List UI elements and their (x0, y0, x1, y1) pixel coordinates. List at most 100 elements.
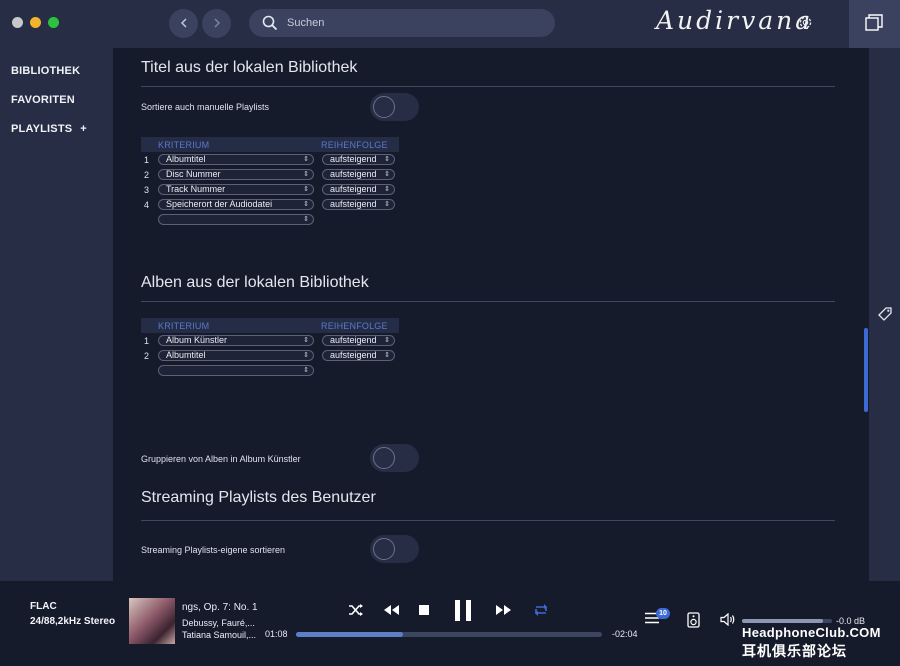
audio-format: FLAC (30, 601, 57, 612)
section-title-streaming: Streaming Playlists des Benutzer (141, 489, 376, 506)
track-composer: Debussy, Fauré,... (182, 618, 255, 628)
order-select[interactable]: aufsteigend ⇕ (322, 335, 395, 346)
row-number: 1 (144, 336, 150, 346)
queue-count-badge: 10 (656, 608, 670, 619)
criterion-select[interactable]: Albumtitel ⇕ (158, 154, 314, 165)
chevron-updown-icon: ⇕ (303, 367, 309, 374)
chevron-updown-icon: ⇕ (384, 156, 390, 163)
player-bar: FLAC 24/88,2kHz Stereo ngs, Op. 7: No. 1… (0, 581, 900, 666)
watermark: HeadphoneClub.COM 耳机俱乐部论坛 (742, 625, 892, 661)
watermark-line1: HeadphoneClub.COM (742, 625, 881, 640)
divider (141, 86, 835, 87)
row-number: 3 (144, 185, 150, 195)
chevron-updown-icon: ⇕ (303, 156, 309, 163)
album-cover[interactable] (129, 598, 175, 644)
window-mode-icon (865, 14, 883, 31)
previous-icon[interactable] (383, 604, 400, 616)
add-playlist-button[interactable]: + (80, 123, 87, 135)
sort-table-tracks: KRITERIUM REIHENFOLGE 1 Albumtitel ⇕ aufs… (141, 137, 399, 227)
pause-icon[interactable] (454, 600, 472, 621)
order-select[interactable]: aufsteigend ⇕ (322, 169, 395, 180)
table-header: KRITERIUM REIHENFOLGE (141, 137, 399, 152)
toggle-streaming-sort[interactable] (370, 535, 419, 563)
search-box[interactable] (249, 9, 555, 37)
table-row: 3 Track Nummer ⇕ aufsteigend ⇕ (141, 182, 399, 197)
sidebar-item-favoriten[interactable]: FAVORITEN (11, 94, 75, 106)
watermark-line2: 耳机俱乐部论坛 (742, 643, 847, 659)
toggle-knob (373, 447, 395, 469)
title-bar: Audirvana (0, 0, 900, 48)
table-row: 1 Albumtitel ⇕ aufsteigend ⇕ (141, 152, 399, 167)
table-header: KRITERIUM REIHENFOLGE (141, 318, 399, 333)
option-label-group-albums: Gruppieren von Alben in Album Künstler (141, 454, 301, 464)
chevron-updown-icon: ⇕ (303, 186, 309, 193)
progress-bar[interactable] (296, 632, 602, 637)
criterion-select[interactable]: Albumtitel ⇕ (158, 350, 314, 361)
table-row: 1 Album Künstler ⇕ aufsteigend ⇕ (141, 333, 399, 348)
toggle-knob (373, 538, 395, 560)
elapsed-time: 01:08 (265, 629, 288, 639)
chevron-updown-icon: ⇕ (384, 337, 390, 344)
criterion-select[interactable]: Speicherort der Audiodatei ⇕ (158, 199, 314, 210)
forward-button[interactable] (202, 9, 231, 38)
table-row: 2 Disc Nummer ⇕ aufsteigend ⇕ (141, 167, 399, 182)
audio-format-detail: 24/88,2kHz Stereo (30, 616, 116, 627)
search-icon (262, 15, 278, 31)
criterion-select-empty[interactable]: ⇕ (158, 214, 314, 225)
window-maximize-button[interactable] (48, 17, 59, 28)
volume-icon[interactable] (720, 613, 736, 626)
criterion-select[interactable]: Track Nummer ⇕ (158, 184, 314, 195)
order-select[interactable]: aufsteigend ⇕ (322, 184, 395, 195)
next-icon[interactable] (495, 604, 512, 616)
column-header-kriterium: KRITERIUM (158, 140, 210, 150)
remaining-time: -02:04 (612, 629, 638, 639)
gear-icon[interactable] (797, 14, 814, 31)
row-number: 4 (144, 200, 150, 210)
chevron-updown-icon: ⇕ (303, 171, 309, 178)
column-header-reihenfolge: REIHENFOLGE (321, 140, 388, 150)
sidebar-item-bibliothek[interactable]: BIBLIOTHEK (11, 65, 80, 77)
criterion-select[interactable]: Disc Nummer ⇕ (158, 169, 314, 180)
table-row-empty: ⇕ (141, 363, 399, 378)
option-label-sort-manual: Sortiere auch manuelle Playlists (141, 102, 270, 112)
window-close-button[interactable] (12, 17, 23, 28)
chevron-right-icon (213, 18, 220, 28)
back-button[interactable] (169, 9, 198, 38)
chevron-updown-icon: ⇕ (384, 171, 390, 178)
repeat-icon[interactable] (533, 603, 549, 617)
chevron-updown-icon: ⇕ (384, 352, 390, 359)
speaker-device-icon[interactable] (687, 612, 700, 628)
sidebar-item-label: PLAYLISTS (11, 123, 73, 135)
chevron-updown-icon: ⇕ (303, 352, 309, 359)
track-artist: Tatiana Samouil,... (182, 630, 257, 640)
window-minimize-button[interactable] (30, 17, 41, 28)
criterion-select[interactable]: Album Künstler ⇕ (158, 335, 314, 346)
chevron-updown-icon: ⇕ (384, 201, 390, 208)
volume-slider[interactable] (742, 619, 832, 623)
section-title-albums: Alben aus der lokalen Bibliothek (141, 274, 369, 291)
row-number: 1 (144, 155, 150, 165)
column-header-reihenfolge: REIHENFOLGE (321, 321, 388, 331)
settings-panel: Titel aus der lokalen Bibliothek Sortier… (113, 48, 869, 581)
sidebar-item-playlists[interactable]: PLAYLISTS + (11, 123, 87, 135)
toggle-sort-manual-playlists[interactable] (370, 93, 419, 121)
toggle-group-albums[interactable] (370, 444, 419, 472)
tag-icon[interactable] (877, 306, 893, 322)
criterion-select-empty[interactable]: ⇕ (158, 365, 314, 376)
chevron-updown-icon: ⇕ (303, 216, 309, 223)
volume-fill (742, 619, 823, 623)
sidebar: BIBLIOTHEK FAVORITEN PLAYLISTS + (0, 48, 113, 581)
order-select[interactable]: aufsteigend ⇕ (322, 350, 395, 361)
row-number: 2 (144, 170, 150, 180)
scrollbar-thumb[interactable] (864, 328, 868, 412)
order-select[interactable]: aufsteigend ⇕ (322, 154, 395, 165)
divider (141, 520, 835, 521)
chevron-updown-icon: ⇕ (303, 201, 309, 208)
divider (141, 301, 835, 302)
order-select[interactable]: aufsteigend ⇕ (322, 199, 395, 210)
shuffle-icon[interactable] (348, 603, 364, 617)
stop-icon[interactable] (419, 605, 429, 615)
search-input[interactable] (287, 14, 537, 32)
sidebar-item-label: BIBLIOTHEK (11, 65, 81, 77)
app-logo: Audirvana (656, 6, 814, 35)
